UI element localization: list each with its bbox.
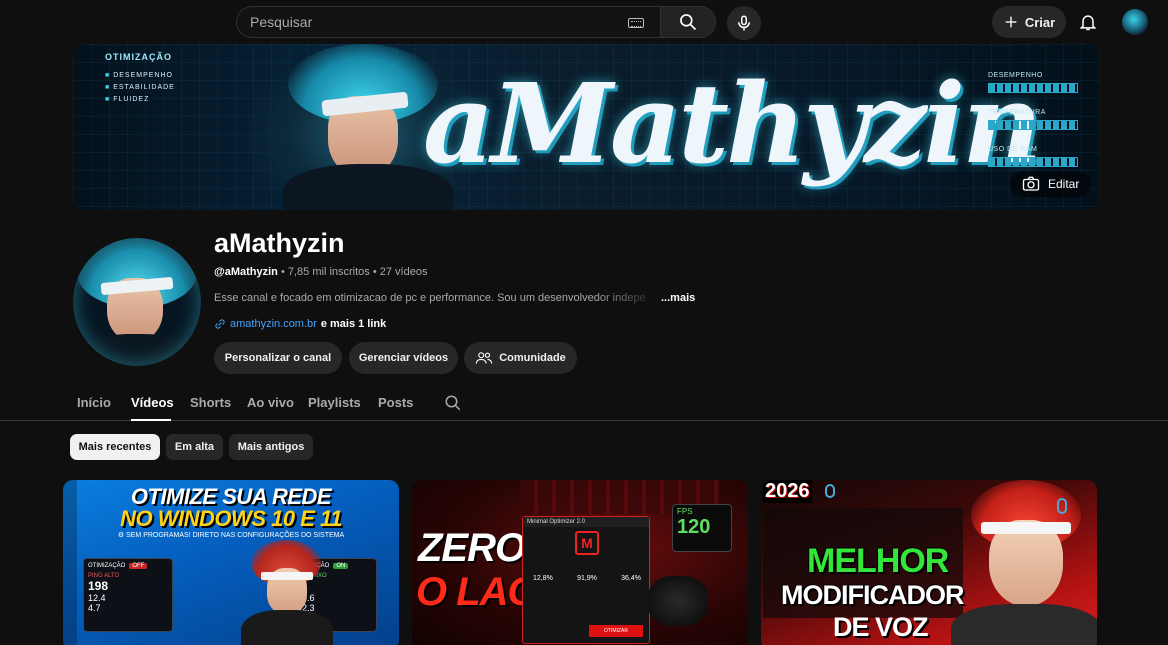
channel-name: aMathyzin [214,228,345,258]
tab-videos[interactable]: Vídeos [131,395,174,410]
ping-value: 198 [88,579,109,593]
banner-right-label: DESEMPENHO [988,72,1043,79]
fps-counter: FPS 120 [672,504,732,552]
edit-banner-button[interactable]: Editar [1010,171,1092,197]
banner-title: aMathyzin [423,59,1042,188]
banner-meter [988,83,1078,93]
thumbnail-caption: ⚙ SEM PROGRAMAS! DIRETO NAS CONFIGURAÇÕE… [117,532,345,539]
chip-latest[interactable]: Mais recentes [70,434,160,460]
channel-search-button[interactable] [444,394,462,417]
banner-left-item: FLUIDEZ [105,96,175,103]
banner-right-label: USO DE RAM [988,146,1038,153]
panel-heading: OTIMIZAÇÃO [88,563,126,569]
search-input[interactable]: Pesquisar [236,6,660,38]
tab-shorts[interactable]: Shorts [190,395,231,410]
video-thumbnail[interactable]: ZEROU O LAG! Minimal Optimizer 2.0 M 12,… [412,480,748,645]
manage-label: Gerenciar vídeos [358,352,449,364]
camera-icon [1022,176,1040,191]
thumbnail-line: MELHOR [807,542,949,580]
banner-right-panel: DESEMPENHO TEMPERATURA USO DE RAM [988,72,1078,183]
channel-links: amathyzin.com.br e mais 1 link [214,318,386,330]
keyboard-icon[interactable] [628,18,644,28]
channel-description[interactable]: Esse canal e focado em otimizacao de pc … [214,292,695,304]
manage-videos-button[interactable]: Gerenciar vídeos [349,342,458,374]
search-button[interactable] [660,6,716,38]
thumbnail-line: DE VOZ [833,612,929,642]
website-link[interactable]: amathyzin.com.br [230,318,317,330]
customize-channel-button[interactable]: Personalizar o canal [214,342,342,374]
voice-search-button[interactable] [727,6,761,40]
create-label: Criar [1024,14,1056,30]
upload-value: 4.7 [88,603,101,613]
chip-popular[interactable]: Em alta [166,434,223,460]
search-icon [680,14,697,31]
microphone-icon [738,15,750,31]
community-button[interactable]: Comunidade [464,342,577,374]
stat-value: 12,8% [533,575,553,582]
search-box: Pesquisar [236,6,716,38]
description-text: Esse canal e focado em otimizacao de pc … [214,292,646,304]
glove-art [648,576,708,626]
stat-value: 36,4% [621,575,641,582]
tab-playlists[interactable]: Playlists [308,395,361,410]
thumbnail-line: MODIFICADOR [781,580,964,610]
optimizer-window: Minimal Optimizer 2.0 M 12,8% 91,9% 36,4… [522,516,650,644]
fps-value: 120 [677,516,711,538]
microphone-icon [825,484,835,498]
optimizer-stats: 12,8% 91,9% 36,4% [533,575,641,582]
channel-tabs: Início Vídeos Shorts Ao vivo Playlists P… [0,385,1168,421]
channel-meta: @aMathyzin • 7,85 mil inscritos • 27 víd… [214,266,427,278]
optimize-button: OTIMIZAR [589,625,643,637]
banner-meter [988,120,1078,130]
tab-posts[interactable]: Posts [378,395,413,410]
notifications-button[interactable] [1076,10,1100,34]
fps-label: FPS [677,507,693,516]
before-panel: OTIMIZAÇÃO OFF PING ALTO 198 12.4 4.7 [83,558,173,632]
people-icon [476,352,493,364]
thumbnail-caption-text: SEM PROGRAMAS! DIRETO NAS CONFIGURAÇÕES … [126,532,345,539]
search-placeholder: Pesquisar [250,14,313,30]
banner-meter [988,157,1078,167]
video-thumbnail[interactable]: 2026 MELHOR MODIFICADOR DE VOZ [761,480,1097,645]
create-button[interactable]: Criar [992,6,1066,38]
account-avatar[interactable] [1122,9,1148,35]
m-logo-icon: M [575,531,599,555]
more-links[interactable]: e mais 1 link [321,318,386,330]
chip-oldest[interactable]: Mais antigos [229,434,313,460]
tab-live[interactable]: Ao vivo [247,395,294,410]
banner-right-label: TEMPERATURA [988,109,1046,116]
video-thumbnail[interactable]: OTIMIZE SUA REDE NO WINDOWS 10 E 11 ⚙ SE… [63,480,399,645]
banner-left-heading: OTIMIZAÇÃO [105,52,172,62]
on-badge: ON [333,563,349,569]
customize-label: Personalizar o canal [224,352,332,364]
bell-icon [1079,15,1097,31]
active-tab-indicator [131,419,171,421]
off-badge: OFF [129,563,148,569]
banner-left-item: DESEMPENHO [105,72,175,79]
channel-banner: OTIMIZAÇÃO DESEMPENHO ESTABILIDADE FLUID… [73,44,1100,210]
edit-label: Editar [1048,177,1080,191]
plus-icon [1005,16,1017,28]
banner-left-panel: OTIMIZAÇÃO DESEMPENHO ESTABILIDADE FLUID… [105,52,175,108]
microphone-icon [1057,498,1067,514]
link-icon [215,319,225,329]
community-label: Comunidade [499,352,566,364]
optimizer-title: Minimal Optimizer 2.0 [523,517,649,527]
stat-value: 91,9% [577,575,597,582]
more-link[interactable]: ...mais [661,292,695,304]
banner-left-item: ESTABILIDADE [105,84,175,91]
channel-avatar[interactable] [73,238,201,366]
channel-handle: @aMathyzin [214,266,278,278]
thumbnail-line: NO WINDOWS 10 E 11 [120,506,342,531]
download-value: 12.4 [88,593,106,603]
top-bar: Pesquisar Criar [0,0,1168,44]
search-icon [445,395,461,411]
year-badge: 2026 [763,480,812,503]
tab-home[interactable]: Início [77,395,111,410]
channel-stats: • 7,85 mil inscritos • 27 vídeos [277,266,428,278]
